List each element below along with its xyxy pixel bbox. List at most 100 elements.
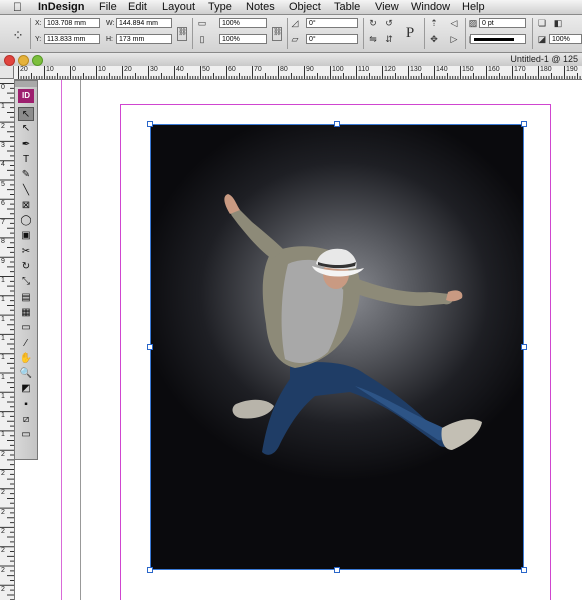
ruler-guide[interactable]: [61, 80, 62, 600]
ruler-label: 1: [1, 296, 5, 304]
opacity-field[interactable]: 100%: [549, 34, 582, 44]
stroke-type-dropdown[interactable]: [470, 34, 526, 44]
effects-icon[interactable]: ◧: [553, 18, 563, 28]
scale-tool-icon[interactable]: ⤡: [18, 275, 34, 289]
rotation-angle-field[interactable]: 0°: [306, 18, 358, 28]
gradient-tool-icon[interactable]: ▤: [18, 291, 34, 305]
ruler-label: 1: [1, 277, 5, 284]
resize-handle-top-right[interactable]: [521, 121, 527, 127]
constrain-scale-icon[interactable]: ⛓: [272, 27, 282, 41]
pencil-tool-icon[interactable]: ✎: [18, 168, 34, 182]
direct-selection-tool-icon[interactable]: ↖: [18, 122, 34, 136]
ruler-label: 0: [1, 84, 5, 91]
h-field[interactable]: 173 mm: [116, 34, 172, 44]
shear-angle-field[interactable]: 0°: [306, 34, 358, 44]
note-tool-icon[interactable]: ▭: [18, 321, 34, 335]
ruler-label: 20: [20, 66, 28, 73]
scale-x-field[interactable]: 100%: [219, 18, 267, 28]
select-container-icon[interactable]: ⇡: [429, 18, 439, 28]
ellipse-tool-icon[interactable]: ◯: [18, 214, 34, 228]
scale-y-field[interactable]: 100%: [219, 34, 267, 44]
ruler-label: 130: [410, 66, 422, 73]
menu-table[interactable]: Table: [334, 0, 360, 14]
reference-glyph: P: [405, 25, 415, 41]
apply-none-icon[interactable]: ⧄: [18, 413, 34, 427]
separator: [532, 18, 533, 49]
zoom-window-button[interactable]: [32, 55, 43, 66]
menu-file[interactable]: File: [99, 0, 117, 14]
ruler-origin[interactable]: [0, 66, 14, 79]
x-field[interactable]: 103.708 mm: [44, 18, 100, 28]
line-tool-icon[interactable]: ╲: [18, 184, 34, 198]
selection-tool-icon[interactable]: ↖: [18, 107, 34, 121]
resize-handle-right[interactable]: [521, 344, 527, 350]
rotate-counterclockwise-icon[interactable]: ↺: [384, 18, 394, 28]
apple-menu-icon[interactable]: : [13, 0, 22, 14]
view-mode-icon[interactable]: ▭: [18, 428, 34, 442]
w-label: W:: [106, 20, 115, 27]
horizontal-ruler[interactable]: 20 10 0 10 20 30 40 50 60 70 80 90 100 110 120 130 140 15…: [14, 66, 582, 80]
rotate-tool-icon[interactable]: ↻: [18, 260, 34, 274]
separator: [363, 18, 364, 49]
menu-bar:  InDesign File Edit Layout Type Notes O…: [0, 0, 582, 15]
resize-handle-bottom-right[interactable]: [521, 567, 527, 573]
select-content-icon[interactable]: ✥: [429, 34, 439, 44]
select-next-object-icon[interactable]: ▷: [449, 34, 459, 44]
ruler-label: 1: [1, 412, 5, 420]
rectangle-frame-tool-icon[interactable]: ⊠: [18, 199, 34, 213]
pen-tool-icon[interactable]: ✒: [18, 138, 34, 152]
menu-app-name[interactable]: InDesign: [38, 0, 84, 14]
ruler-label: 190: [566, 66, 578, 73]
ruler-label: 5: [1, 180, 5, 188]
fill-swatch-icon[interactable]: ▨: [468, 18, 478, 28]
menu-notes[interactable]: Notes: [246, 0, 275, 14]
eyedropper-tool-icon[interactable]: ⁄: [18, 337, 34, 351]
drop-shadow-icon[interactable]: ❏: [537, 18, 547, 28]
hand-tool-icon[interactable]: ✋: [18, 352, 34, 366]
ruler-label: 1: [1, 373, 5, 381]
reference-point-icon[interactable]: ⁘: [10, 27, 26, 43]
flip-horizontal-icon[interactable]: ⇋: [368, 34, 378, 44]
gradient-feather-tool-icon[interactable]: ▦: [18, 306, 34, 320]
y-field[interactable]: 113.833 mm: [44, 34, 100, 44]
type-tool-icon[interactable]: T: [18, 153, 34, 167]
stroke-type-preview: [474, 38, 514, 41]
formatting-affects-icon[interactable]: ▪: [18, 398, 34, 412]
minimize-window-button[interactable]: [18, 55, 29, 66]
fill-stroke-icon[interactable]: ◩: [18, 382, 34, 396]
ruler-label: 1: [1, 315, 5, 323]
flip-vertical-icon[interactable]: ⇵: [384, 34, 394, 44]
close-window-button[interactable]: [4, 55, 15, 66]
vertical-ruler[interactable]: 0 1 2 3 4 5 6 7 8 9 1 1 1 1 1 1 1 1 1 2 2 2 2 2 2 2 2: [0, 79, 15, 600]
button-tool-icon[interactable]: ▣: [18, 229, 34, 243]
ruler-label: 8: [1, 238, 5, 246]
ruler-label: 2: [1, 527, 5, 535]
ruler-label: 70: [254, 66, 262, 73]
menu-object[interactable]: Object: [289, 0, 321, 14]
menu-view[interactable]: View: [375, 0, 399, 14]
y-label: Y:: [35, 36, 42, 43]
scissors-tool-icon[interactable]: ✂: [18, 245, 34, 259]
document-canvas[interactable]: [15, 80, 582, 600]
resize-handle-top-left[interactable]: [147, 121, 153, 127]
select-previous-object-icon[interactable]: ◁: [449, 18, 459, 28]
tools-panel-grip[interactable]: [15, 81, 37, 87]
resize-handle-bottom[interactable]: [334, 567, 340, 573]
rotate-clockwise-icon[interactable]: ↻: [368, 18, 378, 28]
ruler-label: 140: [436, 66, 448, 73]
stroke-weight-field[interactable]: 0 pt: [479, 18, 526, 28]
zoom-tool-icon[interactable]: 🔍: [18, 367, 34, 381]
constrain-proportions-icon[interactable]: ⛓: [177, 27, 187, 41]
ruler-label: 100: [332, 66, 344, 73]
ruler-label: 2: [1, 508, 5, 516]
menu-type[interactable]: Type: [208, 0, 232, 14]
graphic-frame-bounds[interactable]: [150, 124, 524, 570]
menu-window[interactable]: Window: [411, 0, 450, 14]
resize-handle-bottom-left[interactable]: [147, 567, 153, 573]
menu-help[interactable]: Help: [462, 0, 485, 14]
resize-handle-left[interactable]: [147, 344, 153, 350]
menu-layout[interactable]: Layout: [162, 0, 195, 14]
w-field[interactable]: 144.894 mm: [116, 18, 172, 28]
resize-handle-top[interactable]: [334, 121, 340, 127]
menu-edit[interactable]: Edit: [128, 0, 147, 14]
